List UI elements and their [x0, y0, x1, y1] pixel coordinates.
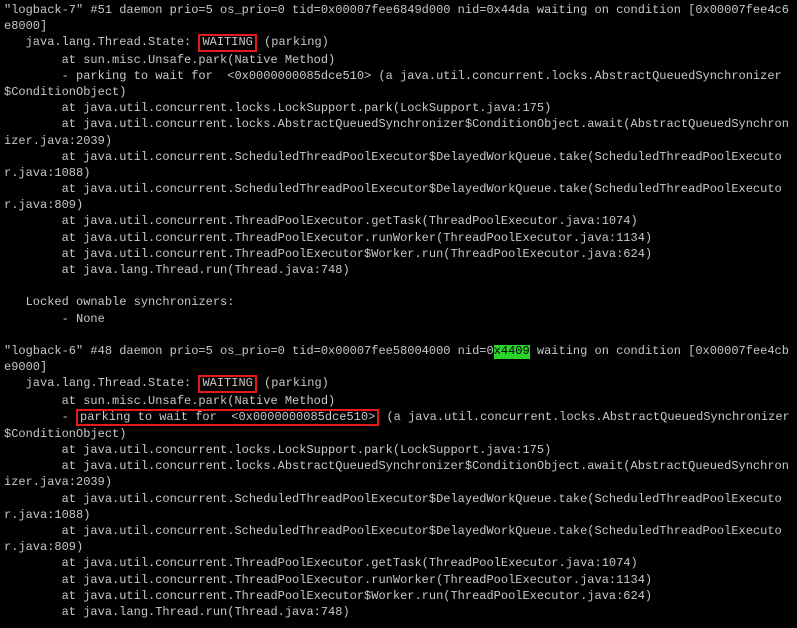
thread2-header: "logback-6" #48 daemon prio=5 os_prio=0 …: [4, 344, 789, 374]
thread1-state-line: java.lang.Thread.State: WAITING (parking…: [4, 35, 329, 49]
stack-line-parking: - parking to wait for <0x0000000085dce51…: [4, 410, 790, 441]
header-pre: "logback-6" #48 daemon prio=5 os_prio=0 …: [4, 344, 494, 358]
stack-line: at java.util.concurrent.ScheduledThreadP…: [4, 524, 782, 554]
stack-line: at java.util.concurrent.ThreadPoolExecut…: [4, 573, 652, 587]
stack-line: at java.util.concurrent.locks.LockSuppor…: [4, 443, 551, 457]
stack-line: at java.util.concurrent.locks.AbstractQu…: [4, 459, 789, 489]
stack-line: at java.util.concurrent.ThreadPoolExecut…: [4, 231, 652, 245]
stack-line: at java.util.concurrent.ScheduledThreadP…: [4, 492, 782, 522]
state-prefix: java.lang.Thread.State:: [4, 376, 198, 390]
thread2-state-line: java.lang.Thread.State: WAITING (parking…: [4, 376, 329, 390]
stack-line: - parking to wait for <0x0000000085dce51…: [4, 69, 782, 99]
locked-sync-value: - None: [4, 312, 105, 326]
parking-pre: -: [4, 410, 76, 424]
stack-line: at java.util.concurrent.ThreadPoolExecut…: [4, 589, 652, 603]
locked-sync-header: Locked ownable synchronizers:: [4, 295, 234, 309]
stack-line: at java.util.concurrent.ScheduledThreadP…: [4, 150, 782, 180]
stack-line: at java.lang.Thread.run(Thread.java:748): [4, 605, 350, 619]
stack-line: at sun.misc.Unsafe.park(Native Method): [4, 394, 335, 408]
state-prefix: java.lang.Thread.State:: [4, 35, 198, 49]
thread-dump-output: "logback-7" #51 daemon prio=5 os_prio=0 …: [0, 0, 797, 628]
stack-line: at java.util.concurrent.ThreadPoolExecut…: [4, 247, 652, 261]
state-suffix: (parking): [257, 376, 329, 390]
stack-line: at java.util.concurrent.locks.AbstractQu…: [4, 117, 789, 147]
stack-line: at java.lang.Thread.run(Thread.java:748): [4, 263, 350, 277]
highlight-box-parking: parking to wait for <0x0000000085dce510>: [76, 409, 379, 426]
state-suffix: (parking): [257, 35, 329, 49]
stack-line: at sun.misc.Unsafe.park(Native Method): [4, 53, 335, 67]
stack-line: at java.util.concurrent.locks.LockSuppor…: [4, 101, 551, 115]
highlight-box-waiting: WAITING: [198, 34, 256, 51]
stack-line: at java.util.concurrent.ThreadPoolExecut…: [4, 556, 638, 570]
stack-line: at java.util.concurrent.ScheduledThreadP…: [4, 182, 782, 212]
stack-line: at java.util.concurrent.ThreadPoolExecut…: [4, 214, 638, 228]
thread1-header: "logback-7" #51 daemon prio=5 os_prio=0 …: [4, 3, 789, 33]
highlight-box-waiting: WAITING: [198, 375, 256, 392]
highlight-green-nid: x4409: [494, 345, 530, 359]
